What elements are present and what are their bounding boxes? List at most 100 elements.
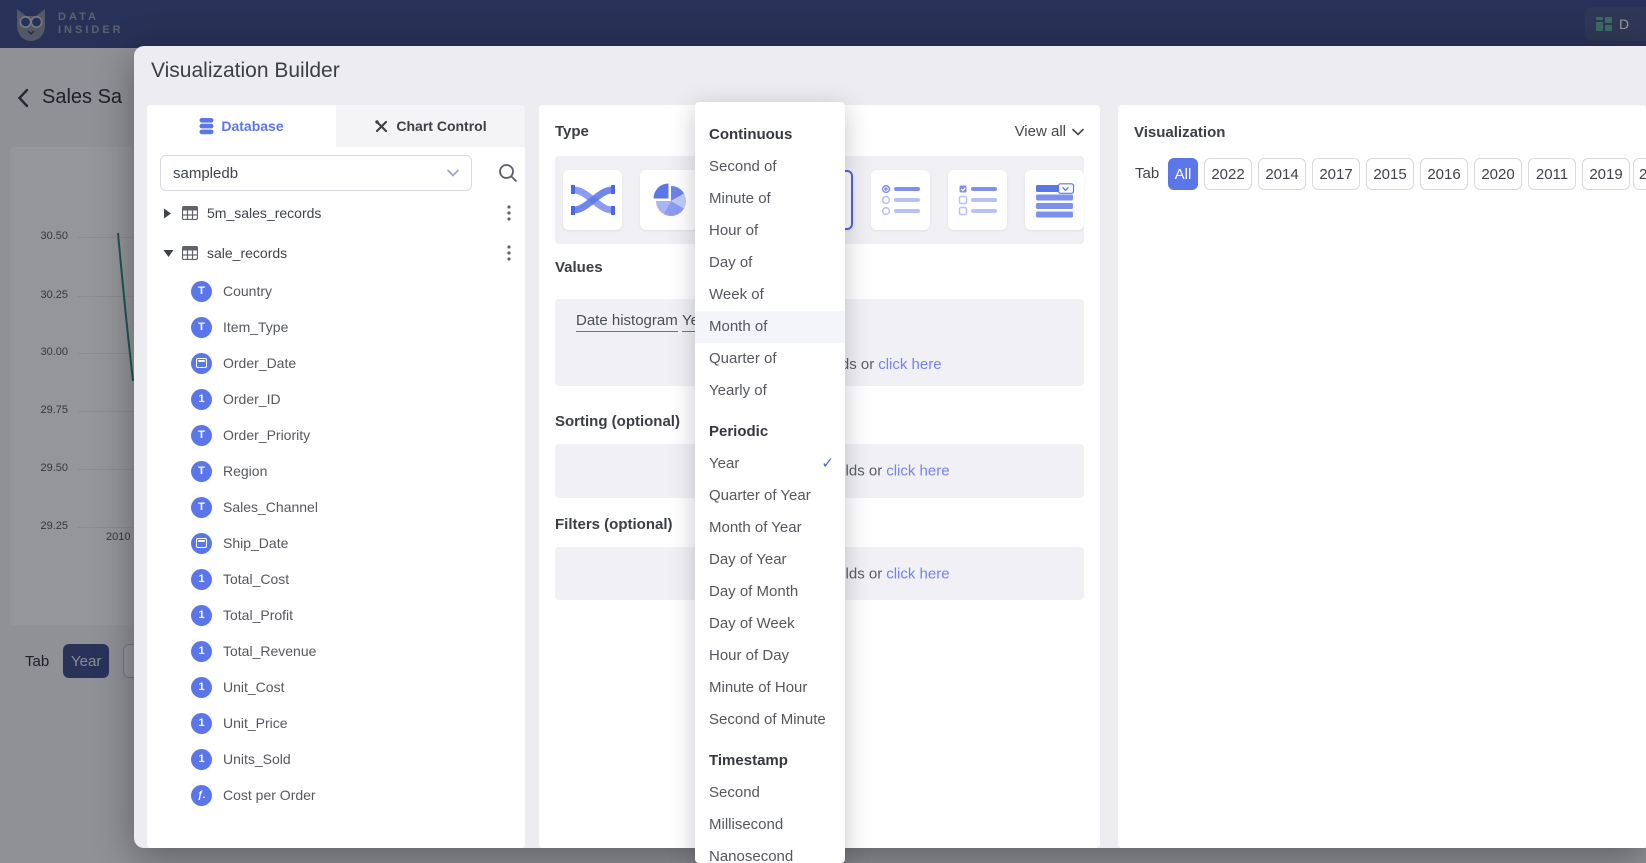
viz-tab-2022[interactable]: 2022 [1204,158,1252,190]
database-icon [199,118,214,135]
dropdown-item-month-of[interactable]: Month of [695,311,845,343]
dropdown-item-second-of[interactable]: Second of [695,151,845,183]
dropdown-item-yearly-of[interactable]: Yearly of [695,375,845,407]
database-select[interactable]: sampledb [160,155,472,191]
field-label: Sales_Channel [223,499,318,515]
viz-tab-all[interactable]: All [1168,158,1198,190]
dropdown-item-quarter-of-year[interactable]: Quarter of Year [695,480,845,512]
field-item-unit-cost[interactable]: 1 Unit_Cost [147,669,525,705]
sorting-section-label: Sorting (optional) [555,413,680,430]
kebab-menu-icon[interactable] [507,205,511,221]
field-label: Units_Sold [223,751,291,767]
filters-section-label: Filters (optional) [555,516,673,533]
field-item-order-priority[interactable]: T Order_Priority [147,417,525,453]
number-field-icon: 1 [191,749,212,770]
check-icon: ✓ [821,448,834,480]
dropdown-item-quarter-of[interactable]: Quarter of [695,343,845,375]
dropdown-item-day-of-month[interactable]: Day of Month [695,576,845,608]
field-item-cost-per-order[interactable]: ƒ. Cost per Order [147,777,525,813]
viz-tab-2014[interactable]: 2014 [1258,158,1306,190]
number-field-icon: 1 [191,569,212,590]
field-item-total-cost[interactable]: 1 Total_Cost [147,561,525,597]
field-label: Unit_Price [223,715,288,731]
dropdown-item-second[interactable]: Second [695,777,845,809]
dropdown-group-continuous: Continuous [695,119,845,151]
search-icon[interactable] [498,163,518,183]
expand-right-icon[interactable] [163,208,172,219]
expand-down-icon[interactable] [163,249,174,258]
text-field-icon: T [191,425,212,446]
dropdown-item-minute-of[interactable]: Minute of [695,183,845,215]
field-item-units-sold[interactable]: 1 Units_Sold [147,741,525,777]
type-card-pie-chart[interactable] [640,170,699,230]
dropdown-item-nanosecond[interactable]: Nanosecond [695,841,845,863]
dropdown-item-day-of-year[interactable]: Day of Year [695,544,845,576]
field-item-order-date[interactable]: Order_Date [147,345,525,381]
tab-database[interactable]: Database [147,105,336,147]
field-item-total-profit[interactable]: 1 Total_Profit [147,597,525,633]
viz-tab-2015[interactable]: 2015 [1366,158,1414,190]
tab-chart-control[interactable]: Chart Control [336,105,525,147]
field-item-region[interactable]: T Region [147,453,525,489]
dropdown-item-hour-of[interactable]: Hour of [695,215,845,247]
dropdown-item-minute-of-hour[interactable]: Minute of Hour [695,672,845,704]
viz-tab-2[interactable]: 2 [1633,158,1646,190]
field-label: Unit_Cost [223,679,284,695]
date-field-icon [191,353,212,374]
click-here-link[interactable]: click here [878,356,941,373]
chevron-down-icon [447,169,459,177]
field-label: Total_Cost [223,571,289,587]
table-icon [182,246,198,260]
select-menu-icon [1035,183,1075,218]
type-section-label: Type [555,123,589,140]
view-all-button[interactable]: View all [1015,123,1084,140]
field-item-unit-price[interactable]: 1 Unit_Price [147,705,525,741]
viz-tab-2016[interactable]: 2016 [1420,158,1468,190]
field-item-total-revenue[interactable]: 1 Total_Revenue [147,633,525,669]
field-item-sales-channel[interactable]: T Sales_Channel [147,489,525,525]
type-card-radio-list[interactable] [871,170,930,230]
field-item-country[interactable]: T Country [147,273,525,309]
screen: DATA INSIDER D Sales Sa 30.5030.2530.002… [0,0,1646,863]
dropdown-item-millisecond[interactable]: Millisecond [695,809,845,841]
view-all-label: View all [1015,123,1066,140]
viz-tab-2017[interactable]: 2017 [1312,158,1360,190]
viz-tab-2011[interactable]: 2011 [1528,158,1576,190]
field-list: T Country T Item_Type Order_Date 1 Order… [147,273,525,813]
dropdown-item-day-of-week[interactable]: Day of Week [695,608,845,640]
field-item-order-id[interactable]: 1 Order_ID [147,381,525,417]
dropdown-item-week-of[interactable]: Week of [695,279,845,311]
field-label: Total_Profit [223,607,293,623]
table-row-5m-sales-records[interactable]: 5m_sales_records [147,193,525,233]
viz-tab-2020[interactable]: 2020 [1474,158,1522,190]
dropdown-item-day-of[interactable]: Day of [695,247,845,279]
viz-tab-2019[interactable]: 2019 [1582,158,1630,190]
field-item-ship-date[interactable]: Ship_Date [147,525,525,561]
type-card-select-menu[interactable] [1025,170,1084,230]
field-label: Country [223,283,272,299]
field-label: Order_ID [223,391,281,407]
number-field-icon: 1 [191,677,212,698]
field-label: Total_Revenue [223,643,316,659]
database-panel: Database Chart Control sampledb [147,105,525,848]
table-icon [182,206,198,220]
table-label: 5m_sales_records [207,205,507,221]
number-field-icon: 1 [191,641,212,662]
number-field-icon: 1 [191,713,212,734]
click-here-link[interactable]: click here [886,565,949,582]
field-label: Ship_Date [223,535,288,551]
table-row-sale-records[interactable]: sale_records [147,233,525,273]
formula-field-icon: ƒ. [191,785,212,806]
type-card-sankey-chart[interactable] [563,170,622,230]
dropdown-item-month-of-year[interactable]: Month of Year [695,512,845,544]
type-card-checkbox-list[interactable] [948,170,1007,230]
visualization-panel: Visualization Tab All2022201420172015201… [1118,105,1646,848]
time-unit-dropdown: ContinuousSecond ofMinute ofHour ofDay o… [695,102,845,863]
dropdown-item-hour-of-day[interactable]: Hour of Day [695,640,845,672]
kebab-menu-icon[interactable] [507,245,511,261]
dropdown-item-year[interactable]: Year✓ [695,448,845,480]
click-here-link[interactable]: click here [886,463,949,480]
dropdown-item-second-of-minute[interactable]: Second of Minute [695,704,845,736]
field-item-item-type[interactable]: T Item_Type [147,309,525,345]
value-chip-date-histogram[interactable]: Date histogram [576,312,678,332]
